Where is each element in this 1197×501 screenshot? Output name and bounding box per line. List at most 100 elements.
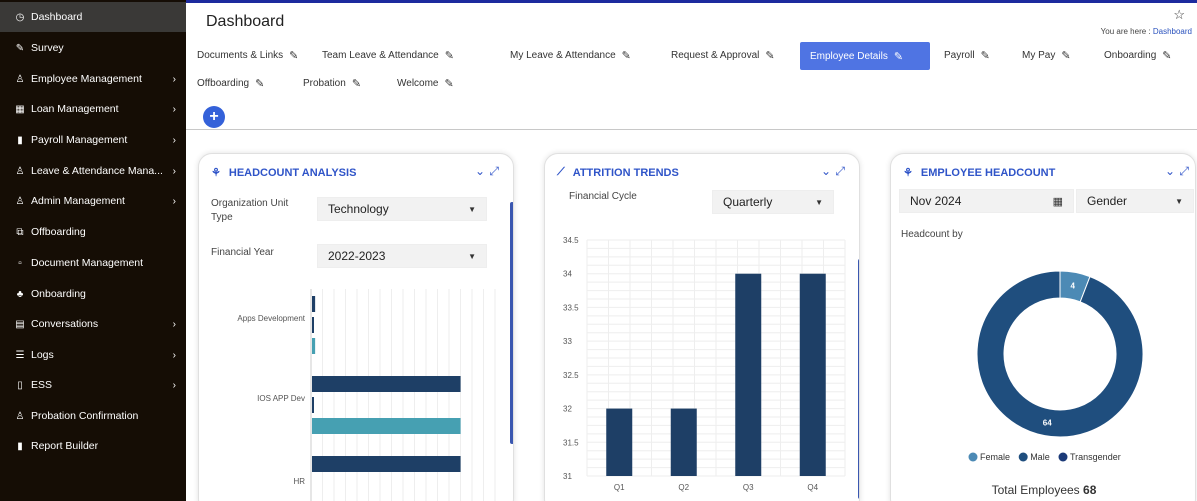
tab-label: My Pay — [1022, 49, 1056, 61]
total-employees: Total Employees 68 — [891, 483, 1195, 497]
sidebar-item-label: Onboarding — [31, 288, 86, 300]
caret-down-icon: ▼ — [468, 251, 476, 261]
sidebar-item-leave-attendance[interactable]: ♙ Leave & Attendance Mana... › — [0, 156, 186, 186]
edit-icon[interactable]: ✎ — [1061, 49, 1070, 62]
sidebar-item-label: Survey — [31, 42, 64, 54]
tab-onboarding[interactable]: Onboarding ✎ — [1094, 41, 1181, 69]
tab-my-leave-attendance[interactable]: My Leave & Attendance ✎ — [500, 41, 641, 69]
sidebar-item-ess[interactable]: ▯ ESS › — [0, 370, 186, 400]
financial-cycle-select[interactable]: Quarterly ▼ — [712, 190, 834, 214]
chevron-right-icon: › — [172, 379, 176, 391]
bar — [312, 418, 461, 434]
edit-icon[interactable]: ✎ — [1162, 49, 1171, 62]
edit-icon[interactable]: ✎ — [445, 49, 454, 62]
sidebar-item-document-management[interactable]: ▫ Document Management — [0, 248, 186, 278]
edit-icon[interactable]: ✎ — [255, 77, 264, 90]
sidebar-item-label: Payroll Management — [31, 134, 128, 146]
sidebar-item-label: Document Management — [31, 257, 144, 269]
edit-icon[interactable]: ✎ — [894, 50, 903, 63]
sidebar-item-onboarding[interactable]: ♣ Onboarding — [0, 279, 186, 309]
x-tick-label: Q1 — [614, 483, 625, 492]
sidebar-item-label: Probation Confirmation — [31, 410, 139, 422]
sidebar-item-employee-management[interactable]: ♙ Employee Management › — [0, 64, 186, 94]
sidebar-item-offboarding[interactable]: ⧉ Offboarding — [0, 217, 186, 247]
divider — [186, 129, 1197, 130]
edit-icon[interactable]: ✎ — [289, 49, 298, 62]
tab-request-approval[interactable]: Request & Approval ✎ — [661, 41, 785, 69]
panel-title-text: HEADCOUNT ANALYSIS — [228, 166, 357, 179]
month-picker[interactable]: Nov 2024 ▦ — [899, 189, 1074, 213]
edit-icon[interactable]: ✎ — [981, 49, 990, 62]
bar-chart-icon: ▮ — [17, 440, 23, 452]
edit-icon[interactable]: ✎ — [352, 77, 361, 90]
sidebar-item-report-builder[interactable]: ▮ Report Builder — [0, 431, 186, 461]
tab-label: My Leave & Attendance — [510, 49, 616, 61]
org-unit-select[interactable]: Technology ▼ — [317, 197, 487, 221]
bar — [670, 408, 697, 476]
add-tab-button[interactable]: + — [203, 106, 225, 128]
sidebar: ◷ Dashboard ✎ Survey ♙ Employee Management ›… — [0, 0, 186, 501]
tab-payroll[interactable]: Payroll ✎ — [934, 41, 1000, 69]
bar — [799, 273, 826, 476]
legend-label: Male — [1030, 452, 1050, 462]
sidebar-item-dashboard[interactable]: ◷ Dashboard — [0, 2, 186, 32]
calculator-icon: ▦ — [15, 103, 25, 115]
tab-label: Employee Details — [810, 50, 888, 62]
bar — [312, 317, 314, 333]
list-icon: ☰ — [15, 349, 25, 361]
tick-label: HR — [293, 477, 305, 486]
sidebar-item-admin-management[interactable]: ♙ Admin Management › — [0, 186, 186, 216]
donut-slice — [976, 270, 1144, 438]
total-employees-value: 68 — [1083, 483, 1097, 497]
total-employees-label: Total Employees — [991, 483, 1080, 497]
y-tick-label: 33 — [563, 337, 572, 346]
tab-team-leave-attendance[interactable]: Team Leave & Attendance ✎ — [312, 41, 464, 69]
expand-icon[interactable]: ⤢ — [489, 164, 499, 179]
financial-year-select[interactable]: 2022-2023 ▼ — [317, 244, 487, 268]
legend-label: Transgender — [1070, 452, 1121, 462]
chevron-right-icon: › — [172, 195, 176, 207]
edit-icon[interactable]: ✎ — [445, 77, 454, 90]
financial-cycle-label: Financial Cycle — [569, 191, 637, 202]
edit-icon[interactable]: ✎ — [622, 49, 631, 62]
tab-my-pay[interactable]: My Pay ✎ — [1012, 41, 1081, 69]
chevron-down-icon[interactable]: ⌄ — [821, 164, 831, 178]
sidebar-item-loan-management[interactable]: ▦ Loan Management › — [0, 94, 186, 124]
tab-documents-links[interactable]: Documents & Links ✎ — [187, 41, 308, 69]
sidebar-item-conversations[interactable]: ▤ Conversations › — [0, 309, 186, 339]
org-chart-icon: ⚘ — [903, 167, 913, 179]
star-icon[interactable]: ☆ — [1173, 7, 1185, 23]
calendar-icon[interactable]: ▦ — [1053, 195, 1063, 208]
financial-year-label: Financial Year — [211, 247, 274, 258]
caret-down-icon: ▼ — [815, 197, 823, 207]
tab-welcome[interactable]: Welcome ✎ — [387, 69, 464, 97]
breadcrumb-link[interactable]: Dashboard — [1153, 27, 1192, 36]
expand-icon[interactable]: ⤢ — [835, 164, 845, 179]
tab-employee-details[interactable]: Employee Details ✎ — [800, 42, 930, 70]
y-tick-label: 34.5 — [563, 236, 579, 245]
sidebar-item-label: Employee Management — [31, 73, 142, 85]
tab-probation[interactable]: Probation ✎ — [293, 69, 371, 97]
tab-label: Probation — [303, 77, 346, 89]
sidebar-item-probation-confirmation[interactable]: ♙ Probation Confirmation — [0, 401, 186, 431]
org-unit-value: Technology — [328, 202, 389, 216]
sidebar-item-logs[interactable]: ☰ Logs › — [0, 340, 186, 370]
chevron-down-icon[interactable]: ⌄ — [1165, 164, 1175, 178]
edit-icon[interactable]: ✎ — [765, 49, 774, 62]
breadcrumb: You are here : Dashboard — [1101, 27, 1192, 36]
chevron-right-icon: › — [172, 165, 176, 177]
group-by-select[interactable]: Gender ▼ — [1076, 189, 1194, 213]
sidebar-item-survey[interactable]: ✎ Survey — [0, 33, 186, 63]
document-icon: ▫ — [18, 257, 22, 269]
exit-icon: ⧉ — [16, 226, 24, 238]
y-tick-label: 31 — [563, 472, 572, 481]
tab-offboarding[interactable]: Offboarding ✎ — [187, 69, 274, 97]
expand-icon[interactable]: ⤢ — [1179, 164, 1189, 179]
tick-label: IOS APP Dev — [257, 394, 305, 403]
panel-title-text: ATTRITION TRENDS — [572, 166, 679, 179]
chevron-down-icon[interactable]: ⌄ — [475, 164, 485, 178]
x-tick-label: Q2 — [678, 483, 689, 492]
org-unit-label: Organization Unit Type — [211, 198, 289, 223]
legend-marker — [1058, 452, 1068, 462]
sidebar-item-payroll-management[interactable]: ▮ Payroll Management › — [0, 125, 186, 155]
